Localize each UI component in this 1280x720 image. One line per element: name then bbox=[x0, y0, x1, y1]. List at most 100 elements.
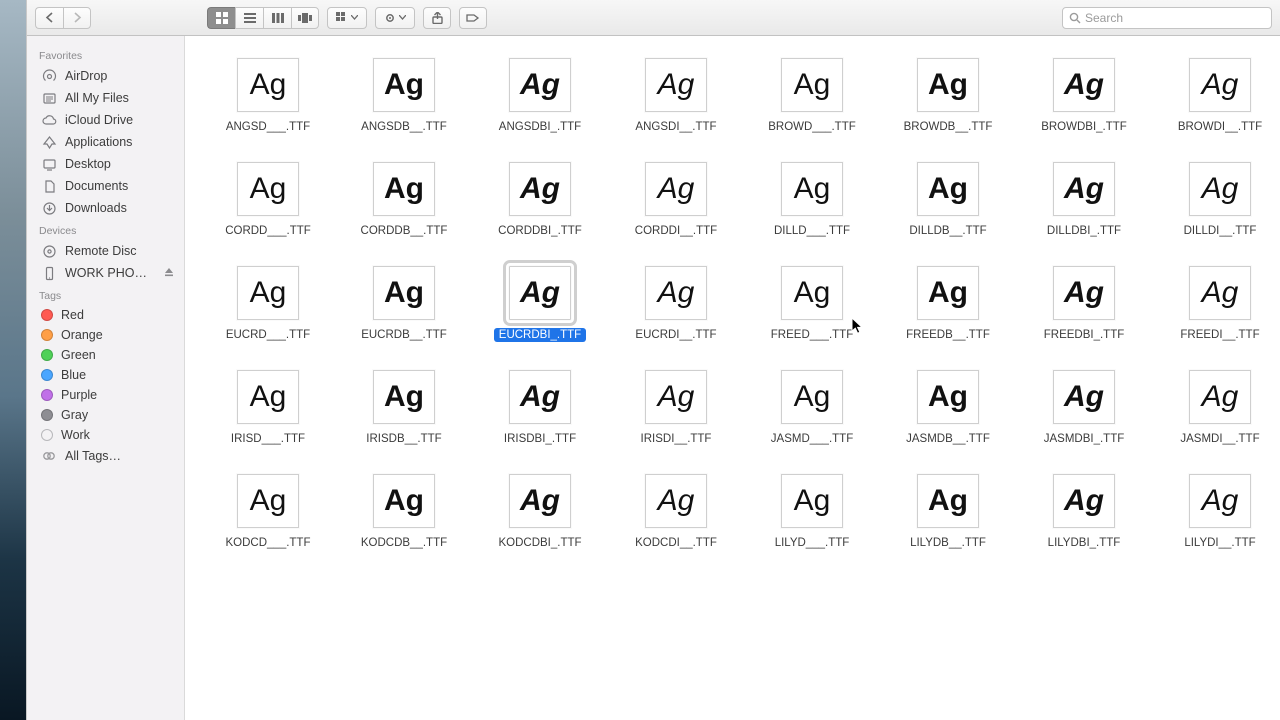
sidebar-item[interactable]: Gray bbox=[27, 405, 184, 425]
font-file[interactable]: AgLILYDI__.TTF bbox=[1153, 474, 1280, 550]
font-thumbnail: Ag bbox=[373, 370, 435, 424]
file-name-label: FREEDBI_.TTF bbox=[1039, 328, 1130, 342]
back-button[interactable] bbox=[35, 7, 63, 29]
glyph-A: A bbox=[658, 70, 678, 100]
font-file[interactable]: AgDILLDB__.TTF bbox=[881, 162, 1015, 238]
glyph-g: g bbox=[406, 278, 424, 308]
sidebar-item[interactable]: WORK PHO… bbox=[27, 262, 184, 284]
sidebar-item[interactable]: Downloads bbox=[27, 197, 184, 219]
columns-view-icon bbox=[272, 13, 284, 23]
font-file[interactable]: AgFREEDI__.TTF bbox=[1153, 266, 1280, 342]
font-file[interactable]: AgIRISDB__.TTF bbox=[337, 370, 471, 446]
font-file[interactable]: AgJASMDB__.TTF bbox=[881, 370, 1015, 446]
font-file[interactable]: AgLILYDBI_.TTF bbox=[1017, 474, 1151, 550]
arrange-button[interactable] bbox=[327, 7, 367, 29]
sidebar-item[interactable]: Green bbox=[27, 345, 184, 365]
glyph-A: A bbox=[794, 174, 814, 204]
glyph-g: g bbox=[814, 278, 831, 308]
sidebar-item[interactable]: Applications bbox=[27, 131, 184, 153]
share-button[interactable] bbox=[423, 7, 451, 29]
glyph-A: A bbox=[1064, 70, 1086, 100]
sidebar-item[interactable]: Remote Disc bbox=[27, 240, 184, 262]
font-file[interactable]: AgANGSDI__.TTF bbox=[609, 58, 743, 134]
grid-view-icon bbox=[216, 12, 228, 24]
sidebar-item[interactable]: All My Files bbox=[27, 87, 184, 109]
font-file[interactable]: AgDILLD___.TTF bbox=[745, 162, 879, 238]
file-name-label: IRISDBI_.TTF bbox=[499, 432, 581, 446]
font-file[interactable]: AgBROWDBI_.TTF bbox=[1017, 58, 1151, 134]
font-file[interactable]: AgJASMD___.TTF bbox=[745, 370, 879, 446]
airdrop-icon bbox=[41, 68, 57, 84]
action-button[interactable] bbox=[375, 7, 415, 29]
glyph-g: g bbox=[406, 486, 424, 516]
font-file[interactable]: AgKODCDBI_.TTF bbox=[473, 474, 607, 550]
forward-button[interactable] bbox=[63, 7, 91, 29]
font-file[interactable]: AgIRISDI__.TTF bbox=[609, 370, 743, 446]
font-file[interactable]: AgBROWDB__.TTF bbox=[881, 58, 1015, 134]
font-file[interactable]: Ag FREED___.TTF bbox=[745, 266, 879, 342]
icon-grid: AgANGSD___.TTFAgANGSDB__.TTFAgANGSDBI_.T… bbox=[185, 36, 1280, 574]
sidebar-item-label: Remote Disc bbox=[65, 244, 137, 258]
search-input[interactable] bbox=[1085, 11, 1265, 25]
font-file[interactable]: AgLILYDB__.TTF bbox=[881, 474, 1015, 550]
font-file[interactable]: AgKODCDB__.TTF bbox=[337, 474, 471, 550]
search-field[interactable] bbox=[1062, 7, 1272, 29]
file-name-label: CORDDI__.TTF bbox=[630, 224, 722, 238]
font-file[interactable]: AgCORDDI__.TTF bbox=[609, 162, 743, 238]
font-thumbnail: Ag bbox=[509, 370, 571, 424]
sidebar-item[interactable]: All Tags… bbox=[27, 445, 184, 467]
glyph-g: g bbox=[270, 70, 287, 100]
file-name-label: DILLD___.TTF bbox=[769, 224, 855, 238]
sidebar-item[interactable]: Purple bbox=[27, 385, 184, 405]
file-name-label: FREED___.TTF bbox=[766, 328, 858, 342]
glyph-g: g bbox=[678, 278, 695, 308]
font-file[interactable]: AgANGSDBI_.TTF bbox=[473, 58, 607, 134]
font-thumbnail: Ag bbox=[917, 58, 979, 112]
font-file[interactable]: Ag IRISDBI_.TTF bbox=[473, 370, 607, 446]
sidebar-item[interactable]: Documents bbox=[27, 175, 184, 197]
font-file[interactable]: AgANGSDB__.TTF bbox=[337, 58, 471, 134]
sidebar-item[interactable]: iCloud Drive bbox=[27, 109, 184, 131]
font-file[interactable]: AgKODCD___.TTF bbox=[201, 474, 335, 550]
font-file[interactable]: AgDILLDBI_.TTF bbox=[1017, 162, 1151, 238]
font-file[interactable]: AgEUCRDI__.TTF bbox=[609, 266, 743, 342]
font-file[interactable]: AgCORDDB__.TTF bbox=[337, 162, 471, 238]
font-file[interactable]: AgEUCRDBI_.TTF bbox=[473, 266, 607, 342]
font-thumbnail: Ag bbox=[1053, 474, 1115, 528]
font-file[interactable]: AgKODCDI__.TTF bbox=[609, 474, 743, 550]
font-file[interactable]: AgIRISD___.TTF bbox=[201, 370, 335, 446]
glyph-A: A bbox=[794, 278, 814, 308]
font-file[interactable]: AgJASMDBI_.TTF bbox=[1017, 370, 1151, 446]
tags-button[interactable] bbox=[459, 7, 487, 29]
font-file[interactable]: AgBROWDI__.TTF bbox=[1153, 58, 1280, 134]
font-file[interactable]: AgEUCRDB__.TTF bbox=[337, 266, 471, 342]
view-coverflow-button[interactable] bbox=[291, 7, 319, 29]
glyph-A: A bbox=[794, 70, 814, 100]
sidebar-item[interactable]: Red bbox=[27, 305, 184, 325]
font-file[interactable]: AgCORDD___.TTF bbox=[201, 162, 335, 238]
font-file[interactable]: AgFREEDB__.TTF bbox=[881, 266, 1015, 342]
sidebar-item[interactable]: Blue bbox=[27, 365, 184, 385]
sidebar-item[interactable]: Orange bbox=[27, 325, 184, 345]
font-file[interactable]: AgJASMDI__.TTF bbox=[1153, 370, 1280, 446]
font-file[interactable]: AgFREEDBI_.TTF bbox=[1017, 266, 1151, 342]
view-list-button[interactable] bbox=[235, 7, 263, 29]
glyph-g: g bbox=[1222, 382, 1239, 412]
eject-icon[interactable] bbox=[164, 266, 174, 280]
view-columns-button[interactable] bbox=[263, 7, 291, 29]
font-file[interactable]: AgCORDDBI_.TTF bbox=[473, 162, 607, 238]
view-icons-button[interactable] bbox=[207, 7, 235, 29]
font-file[interactable]: AgLILYD___.TTF bbox=[745, 474, 879, 550]
sidebar-item[interactable]: Desktop bbox=[27, 153, 184, 175]
font-file[interactable]: AgDILLDI__.TTF bbox=[1153, 162, 1280, 238]
sidebar-item[interactable]: AirDrop bbox=[27, 65, 184, 87]
content-area[interactable]: AgANGSD___.TTFAgANGSDB__.TTFAgANGSDBI_.T… bbox=[185, 36, 1280, 720]
font-file[interactable]: AgBROWD___.TTF bbox=[745, 58, 879, 134]
sidebar-item-label: Documents bbox=[65, 179, 128, 193]
file-name-label: LILYD___.TTF bbox=[770, 536, 855, 550]
sidebar-item[interactable]: Work bbox=[27, 425, 184, 445]
file-name-label: JASMDI__.TTF bbox=[1175, 432, 1264, 446]
font-file[interactable]: AgEUCRD___.TTF bbox=[201, 266, 335, 342]
font-file[interactable]: AgANGSD___.TTF bbox=[201, 58, 335, 134]
file-name-label: DILLDB__.TTF bbox=[904, 224, 991, 238]
